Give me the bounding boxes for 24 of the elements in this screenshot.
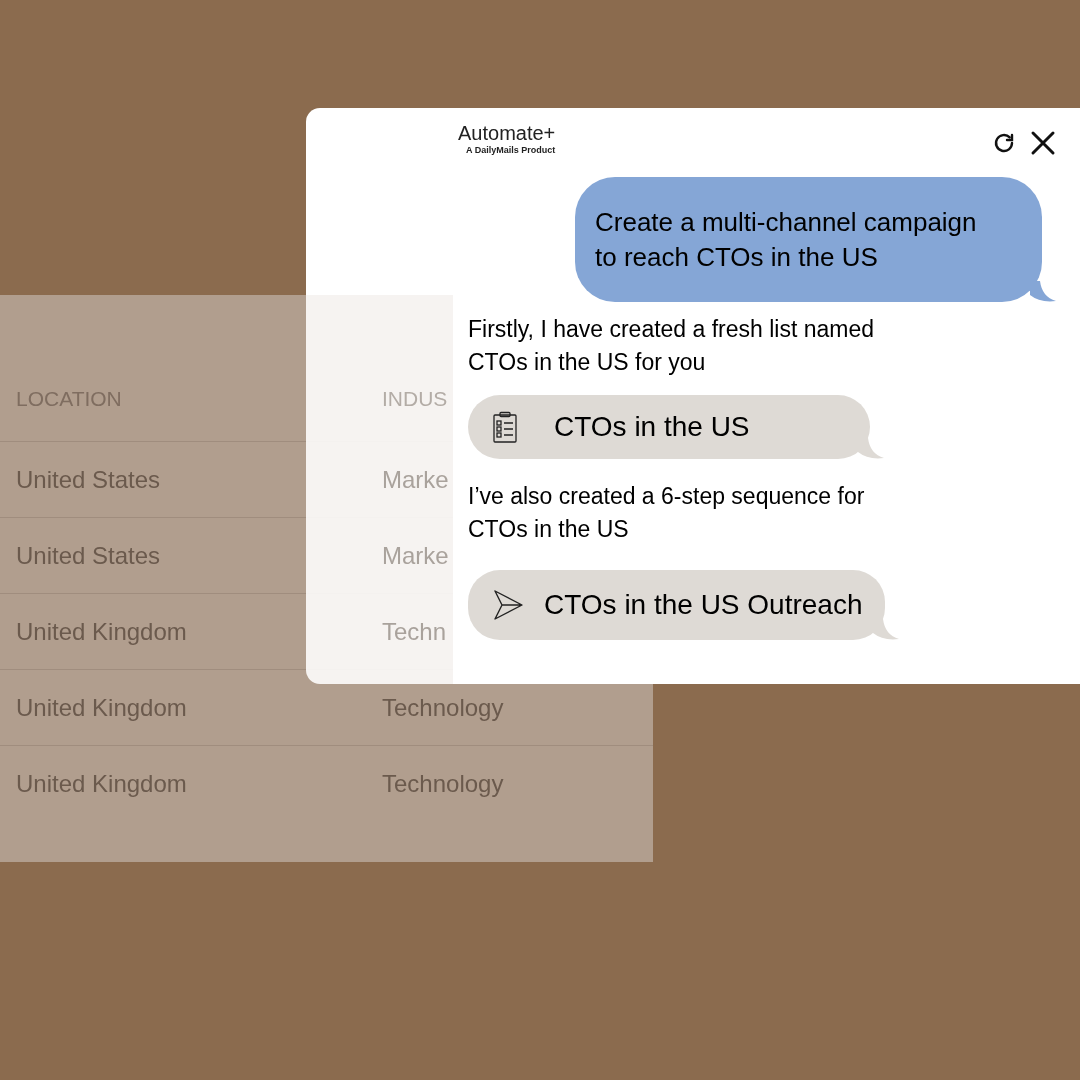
- table-cell-text: Technology: [382, 768, 504, 799]
- table-cell-text: Technology: [382, 692, 504, 723]
- speech-tail: [872, 619, 899, 641]
- table-cell-text: United Kingdom: [15, 616, 188, 647]
- close-button[interactable]: [1030, 130, 1056, 156]
- bot-message-text: I’ve also created a 6-step sequence for CTOs in the US: [468, 482, 866, 544]
- table-cell-text: United Kingdom: [15, 692, 188, 723]
- send-icon: [492, 589, 524, 621]
- speech-tail: [857, 438, 884, 460]
- table-cell-text: Marke: [382, 464, 449, 495]
- bubble-label: CTOs in the US: [554, 410, 750, 444]
- logo-name: Automate+: [458, 122, 556, 144]
- column-header: INDUS: [382, 386, 448, 412]
- table-cell-text: United States: [15, 464, 162, 495]
- clipboard-list-icon: [492, 411, 518, 443]
- bot-message-text: Firstly, I have created a fresh list named CTOs in the US for you: [468, 315, 876, 377]
- message-text: Create a multi-channel campaign to reach CTOs in the US: [595, 205, 978, 274]
- logo-tagline: A DailyMails Product: [466, 144, 556, 157]
- table-cell-text: United States: [15, 540, 162, 571]
- table-cell-text: Techn: [382, 616, 447, 647]
- table-cell-text: United Kingdom: [15, 768, 188, 799]
- table-cell-text: Marke: [382, 540, 449, 571]
- bubble-label: CTOs in the US Outreach: [544, 588, 863, 622]
- refresh-button[interactable]: [992, 131, 1016, 155]
